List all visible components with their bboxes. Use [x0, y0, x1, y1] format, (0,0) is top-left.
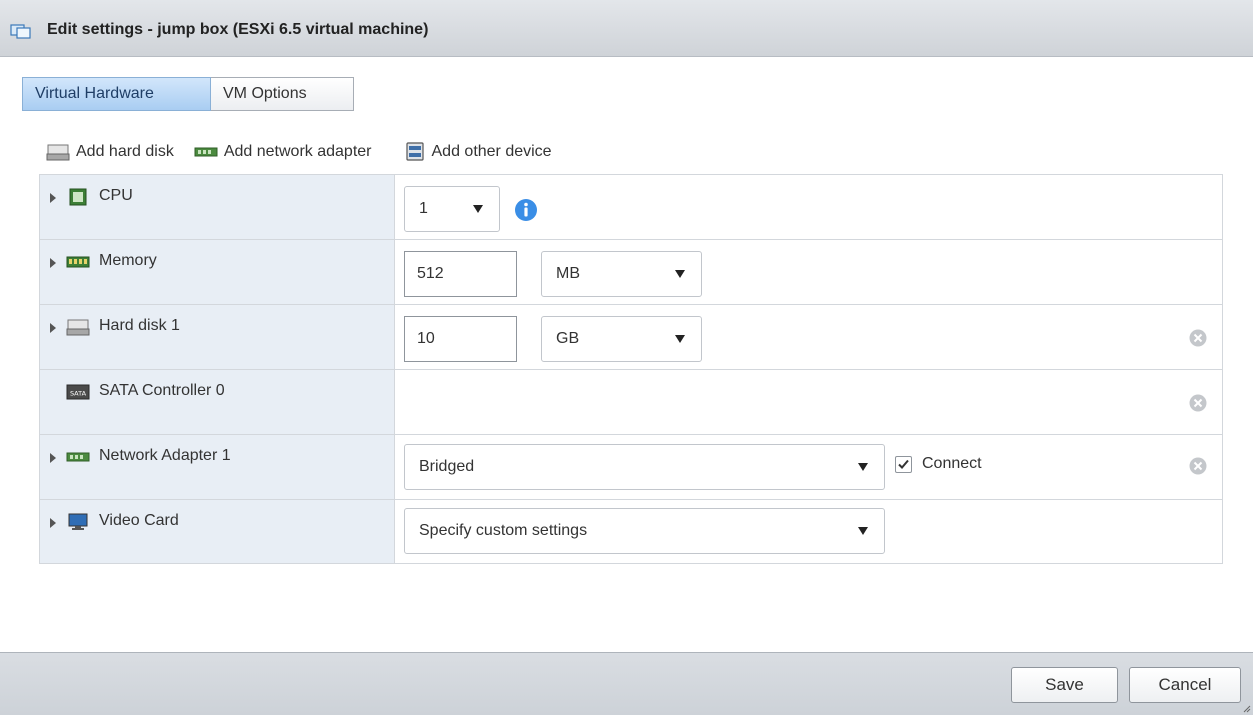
monitor-icon	[68, 513, 88, 530]
expand-icon[interactable]	[50, 453, 56, 463]
connect-label: Connect	[922, 455, 982, 472]
disk-size-input[interactable]: 10	[404, 316, 517, 362]
device-label-cell: CPU	[40, 175, 395, 239]
tab-virtual-hardware[interactable]: Virtual Hardware	[22, 77, 211, 111]
network-adapter-icon	[66, 452, 90, 462]
tab-vm-options[interactable]: VM Options	[211, 77, 354, 111]
dropdown-arrow-icon	[473, 205, 483, 213]
device-grid: CPU 1 Memory 512 MB Hard disk 1 10 GB SA…	[39, 174, 1223, 564]
memory-unit-value: MB	[556, 265, 580, 282]
cpu-count-select[interactable]: 1	[404, 186, 500, 232]
memory-size-input[interactable]: 512	[404, 251, 517, 297]
tab-bar: Virtual Hardware VM Options	[22, 77, 354, 111]
network-adapter-label: Network Adapter 1	[99, 447, 231, 464]
add-hard-disk-button[interactable]: Add hard disk	[46, 143, 174, 161]
cpu-label: CPU	[99, 187, 133, 204]
dropdown-arrow-icon	[675, 335, 685, 343]
device-label-cell: Video Card	[40, 500, 395, 563]
device-row-network-adapter: Network Adapter 1 Bridged Connect	[40, 435, 1222, 500]
remove-sata-controller-icon[interactable]	[1189, 394, 1207, 412]
connect-checkbox[interactable]	[895, 456, 912, 473]
cancel-button[interactable]: Cancel	[1129, 667, 1241, 703]
expand-icon[interactable]	[50, 258, 56, 268]
network-value: Bridged	[419, 458, 475, 475]
device-value-cell: Bridged Connect	[395, 435, 1222, 499]
video-settings-value: Specify custom settings	[419, 522, 588, 539]
add-other-device-label: Add other device	[431, 143, 552, 160]
device-toolbar: Add hard disk Add network adapter Add ot…	[46, 140, 552, 164]
network-select[interactable]: Bridged	[404, 444, 885, 490]
add-network-adapter-button[interactable]: Add network adapter	[194, 143, 372, 161]
device-icon	[405, 142, 424, 161]
device-label-cell: Memory	[40, 240, 395, 304]
device-label-cell: Network Adapter 1	[40, 435, 395, 499]
dropdown-arrow-icon	[675, 270, 685, 278]
checkmark-icon	[898, 459, 909, 469]
dialog-titlebar: Edit settings - jump box (ESXi 6.5 virtu…	[0, 0, 1253, 57]
cpu-icon	[69, 188, 87, 206]
dropdown-arrow-icon	[858, 463, 868, 471]
dropdown-arrow-icon	[858, 527, 868, 535]
device-value-cell: 512 MB	[395, 240, 1222, 304]
expand-icon[interactable]	[50, 323, 56, 333]
device-row-cpu: CPU 1	[40, 175, 1222, 240]
device-label-cell: SATA SATA Controller 0	[40, 370, 395, 434]
info-icon[interactable]	[514, 198, 538, 222]
device-row-memory: Memory 512 MB	[40, 240, 1222, 305]
dialog-footer: Save Cancel	[0, 652, 1253, 715]
add-other-device-button[interactable]: Add other device	[404, 142, 552, 162]
memory-unit-select[interactable]: MB	[541, 251, 702, 297]
dialog-title: Edit settings - jump box (ESXi 6.5 virtu…	[47, 21, 429, 38]
expand-icon[interactable]	[50, 193, 56, 203]
device-value-cell	[395, 370, 1222, 434]
device-value-cell: 1	[395, 175, 1222, 239]
sata-badge-text: SATA	[70, 390, 87, 398]
video-card-label: Video Card	[99, 512, 179, 529]
vm-icon	[10, 24, 31, 39]
sata-icon: SATA	[66, 384, 90, 400]
device-value-cell: 10 GB	[395, 305, 1222, 369]
sata-label: SATA Controller 0	[99, 382, 225, 399]
memory-icon	[66, 256, 90, 268]
remove-hard-disk-icon[interactable]	[1189, 329, 1207, 347]
device-value-cell: Specify custom settings	[395, 500, 1222, 563]
hard-disk-icon	[66, 319, 90, 336]
device-row-hard-disk: Hard disk 1 10 GB	[40, 305, 1222, 370]
memory-label: Memory	[99, 252, 157, 269]
cpu-count-value: 1	[419, 200, 428, 217]
expand-icon[interactable]	[50, 518, 56, 528]
hard-disk-icon	[46, 144, 70, 161]
network-adapter-icon	[194, 147, 218, 157]
save-button[interactable]: Save	[1011, 667, 1118, 703]
device-row-video-card: Video Card Specify custom settings	[40, 500, 1222, 563]
device-row-sata-controller: SATA SATA Controller 0	[40, 370, 1222, 435]
disk-unit-select[interactable]: GB	[541, 316, 702, 362]
add-network-adapter-label: Add network adapter	[223, 143, 372, 160]
resize-grip-icon[interactable]	[1243, 705, 1251, 713]
hard-disk-label: Hard disk 1	[99, 317, 180, 334]
device-label-cell: Hard disk 1	[40, 305, 395, 369]
remove-network-adapter-icon[interactable]	[1189, 457, 1207, 475]
video-settings-select[interactable]: Specify custom settings	[404, 508, 885, 554]
disk-unit-value: GB	[556, 330, 580, 347]
add-hard-disk-label: Add hard disk	[76, 143, 174, 160]
